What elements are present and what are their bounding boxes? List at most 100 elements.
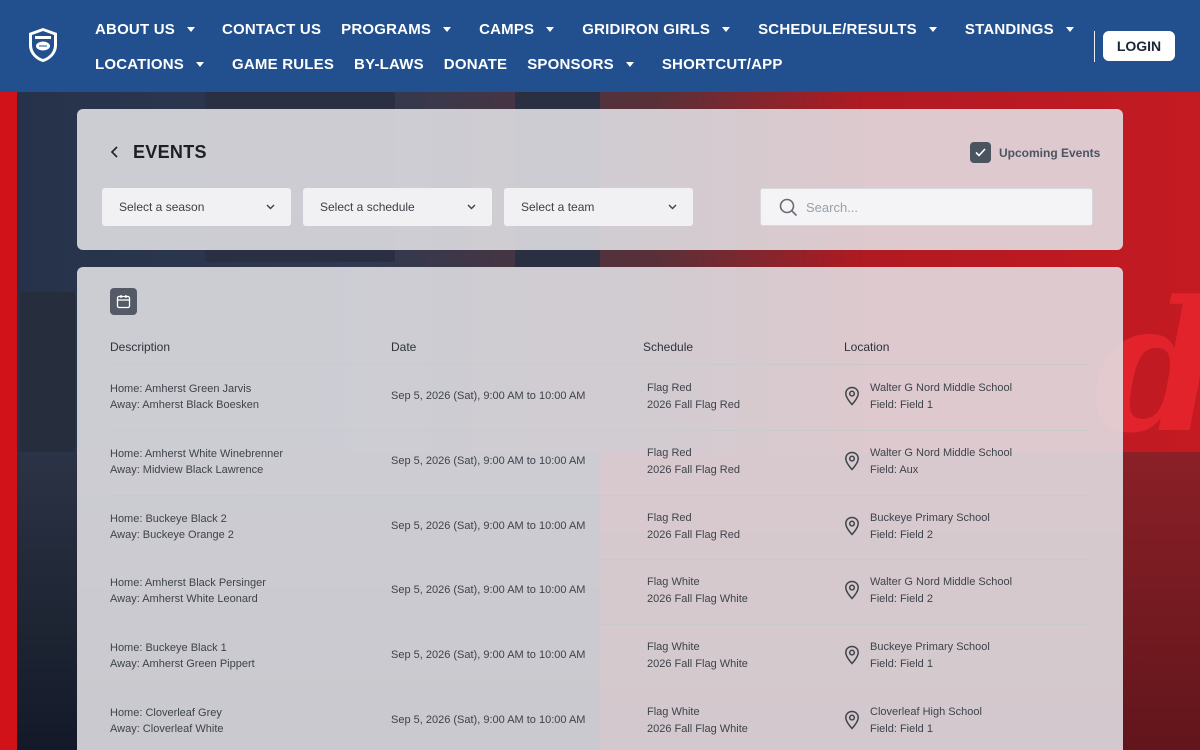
home-team: Home: Amherst White Winebrenner [110, 447, 284, 460]
home-team: Home: Amherst Green Jarvis [110, 383, 252, 395]
event-schedule-name: 2026 Fall Flag Red [647, 399, 740, 411]
event-division: Flag White [647, 706, 700, 718]
event-division: Flag White [647, 641, 700, 654]
event-schedule: Flag White 2026 Fall Flag White [647, 574, 748, 607]
caret-down-icon [443, 26, 452, 32]
map-pin-icon[interactable] [844, 516, 860, 536]
event-description: Home: Buckeye Black 1 Away: Amherst Green… [110, 640, 255, 672]
caret-down-icon [625, 61, 634, 67]
back-chevron-icon[interactable] [108, 144, 122, 160]
event-date-text: Sep 5, 2026 (Sat), 9:00 AM to 10:00 AM [391, 649, 586, 662]
event-location: Buckeye Primary School Field: Field 2 [844, 510, 990, 543]
away-team: Away: Amherst White Leonard [110, 593, 258, 606]
event-location: Walter G Nord Middle School Field: Field … [844, 380, 1012, 413]
nav-item-label: SCHEDULE/RESULTS [758, 20, 917, 38]
header-divider [1094, 31, 1095, 62]
map-pin-icon[interactable] [844, 580, 860, 600]
nav-item-label: BY-LAWS [354, 55, 424, 73]
nav-item-contact-us[interactable]: CONTACT US [222, 19, 321, 39]
event-date: Sep 5, 2026 (Sat), 9:00 AM to 10:00 AM [391, 453, 585, 469]
away-team: Away: Amherst Black Boesken [110, 399, 259, 411]
event-division: Flag Red [647, 446, 692, 459]
column-header-location[interactable]: Location [844, 340, 889, 354]
nav-item-programs[interactable]: PROGRAMS [341, 19, 452, 39]
event-date-text: Sep 5, 2026 (Sat), 9:00 AM to 10:00 AM [391, 454, 586, 467]
event-description: Home: Amherst White Winebrenner Away: Mid… [110, 446, 283, 478]
upcoming-events-checkbox[interactable] [970, 142, 991, 163]
location-field: Field: Field 2 [870, 593, 933, 606]
events-filter-panel [77, 109, 1123, 250]
map-pin-icon[interactable] [844, 645, 860, 665]
map-pin-icon[interactable] [844, 386, 860, 406]
team-select[interactable]: Select a team [504, 188, 693, 226]
season-select-value: Select a season [119, 200, 205, 214]
site-header: ABOUT US CONTACT US PROGRAMS CAMPS GRIDIRON … [0, 0, 1200, 92]
nav-item-label: SPONSORS [527, 55, 614, 73]
nav-item-about-us[interactable]: ABOUT US [95, 19, 195, 39]
map-pin-icon[interactable] [844, 451, 860, 471]
event-description: Home: Cloverleaf Grey Away: Cloverleaf Wh… [110, 705, 224, 737]
nav-item-label: STANDINGS [964, 20, 1054, 38]
event-date-text: Sep 5, 2026 (Sat), 9:00 AM to 10:00 AM [391, 714, 586, 726]
nav-item-label: GRIDIRON GIRLS [582, 20, 711, 38]
column-header-date[interactable]: Date [391, 340, 416, 354]
event-location: Walter G Nord Middle School Field: Aux [844, 445, 1012, 478]
nav-item-label: CONTACT US [221, 20, 322, 38]
chevron-down-icon [266, 204, 275, 210]
event-schedule: Flag White 2026 Fall Flag White [647, 639, 748, 672]
event-description: Home: Amherst Green Jarvis Away: Amherst … [110, 381, 259, 413]
nav-item-gridiron-girls[interactable]: GRIDIRON GIRLS [582, 19, 731, 39]
event-date: Sep 5, 2026 (Sat), 9:00 AM to 10:00 AM [391, 712, 585, 728]
location-name: Buckeye Primary School [870, 511, 990, 524]
event-division: Flag Red [647, 511, 692, 524]
nav-item-camps[interactable]: CAMPS [479, 19, 555, 39]
season-select[interactable]: Select a season [102, 188, 291, 226]
event-description: Home: Amherst Black Persinger Away: Amher… [110, 575, 266, 607]
column-header-description[interactable]: Description [110, 340, 170, 354]
map-pin-icon[interactable] [844, 710, 860, 730]
home-team: Home: Buckeye Black 2 [110, 512, 227, 525]
event-schedule-name: 2026 Fall Flag Red [647, 463, 740, 476]
location-field: Field: Field 1 [870, 723, 933, 735]
nav-item-label: DONATE [443, 55, 508, 73]
nav-item-locations[interactable]: LOCATIONS [95, 54, 205, 74]
checkmark-icon [975, 148, 986, 157]
caret-down-icon [1065, 26, 1074, 32]
away-team: Away: Cloverleaf White [110, 723, 224, 735]
column-header-schedule[interactable]: Schedule [643, 340, 693, 354]
event-date: Sep 5, 2026 (Sat), 9:00 AM to 10:00 AM [391, 388, 585, 404]
event-schedule-name: 2026 Fall Flag White [647, 723, 748, 735]
event-date-text: Sep 5, 2026 (Sat), 9:00 AM to 10:00 AM [391, 390, 586, 402]
search-box[interactable] [760, 188, 1093, 226]
nav-item-game-rules[interactable]: GAME RULES [232, 54, 334, 74]
nav-item-schedule-results[interactable]: SCHEDULE/RESULTS [758, 19, 937, 39]
location-field: Field: Aux [870, 463, 919, 476]
league-logo-icon[interactable] [27, 27, 59, 63]
home-team: Home: Buckeye Black 1 [110, 642, 227, 655]
caret-down-icon [928, 26, 937, 32]
nav-item-sponsors[interactable]: SPONSORS [527, 54, 634, 74]
calendar-view-button[interactable] [110, 288, 137, 315]
upcoming-events-label: Upcoming Events [999, 145, 1101, 160]
event-location: Cloverleaf High School Field: Field 1 [844, 704, 982, 737]
upcoming-events-toggle[interactable]: Upcoming Events [970, 142, 1100, 163]
login-button[interactable]: LOGIN [1103, 31, 1175, 61]
schedule-select[interactable]: Select a schedule [303, 188, 492, 226]
chevron-down-icon [668, 204, 677, 210]
away-team: Away: Buckeye Orange 2 [110, 528, 234, 541]
nav-item-donate[interactable]: DONATE [444, 54, 507, 74]
event-schedule: Flag Red 2026 Fall Flag Red [647, 380, 740, 413]
nav-item-label: PROGRAMS [341, 20, 432, 38]
away-team: Away: Midview Black Lawrence [110, 463, 264, 476]
nav-item-shortcut-app[interactable]: SHORTCUT/APP [662, 54, 783, 74]
event-schedule-name: 2026 Fall Flag White [647, 593, 748, 606]
background-building [20, 292, 75, 472]
nav-row-secondary: LOCATIONS GAME RULES BY-LAWS DONATE SPONSORS… [95, 54, 783, 74]
event-division: Flag Red [647, 382, 692, 394]
event-location: Buckeye Primary School Field: Field 1 [844, 639, 990, 672]
nav-item-standings[interactable]: STANDINGS [965, 19, 1074, 39]
nav-item-by-laws[interactable]: BY-LAWS [354, 54, 424, 74]
search-input[interactable] [806, 199, 1066, 215]
page-title: EVENTS [133, 142, 207, 162]
event-schedule: Flag White 2026 Fall Flag White [647, 704, 748, 737]
